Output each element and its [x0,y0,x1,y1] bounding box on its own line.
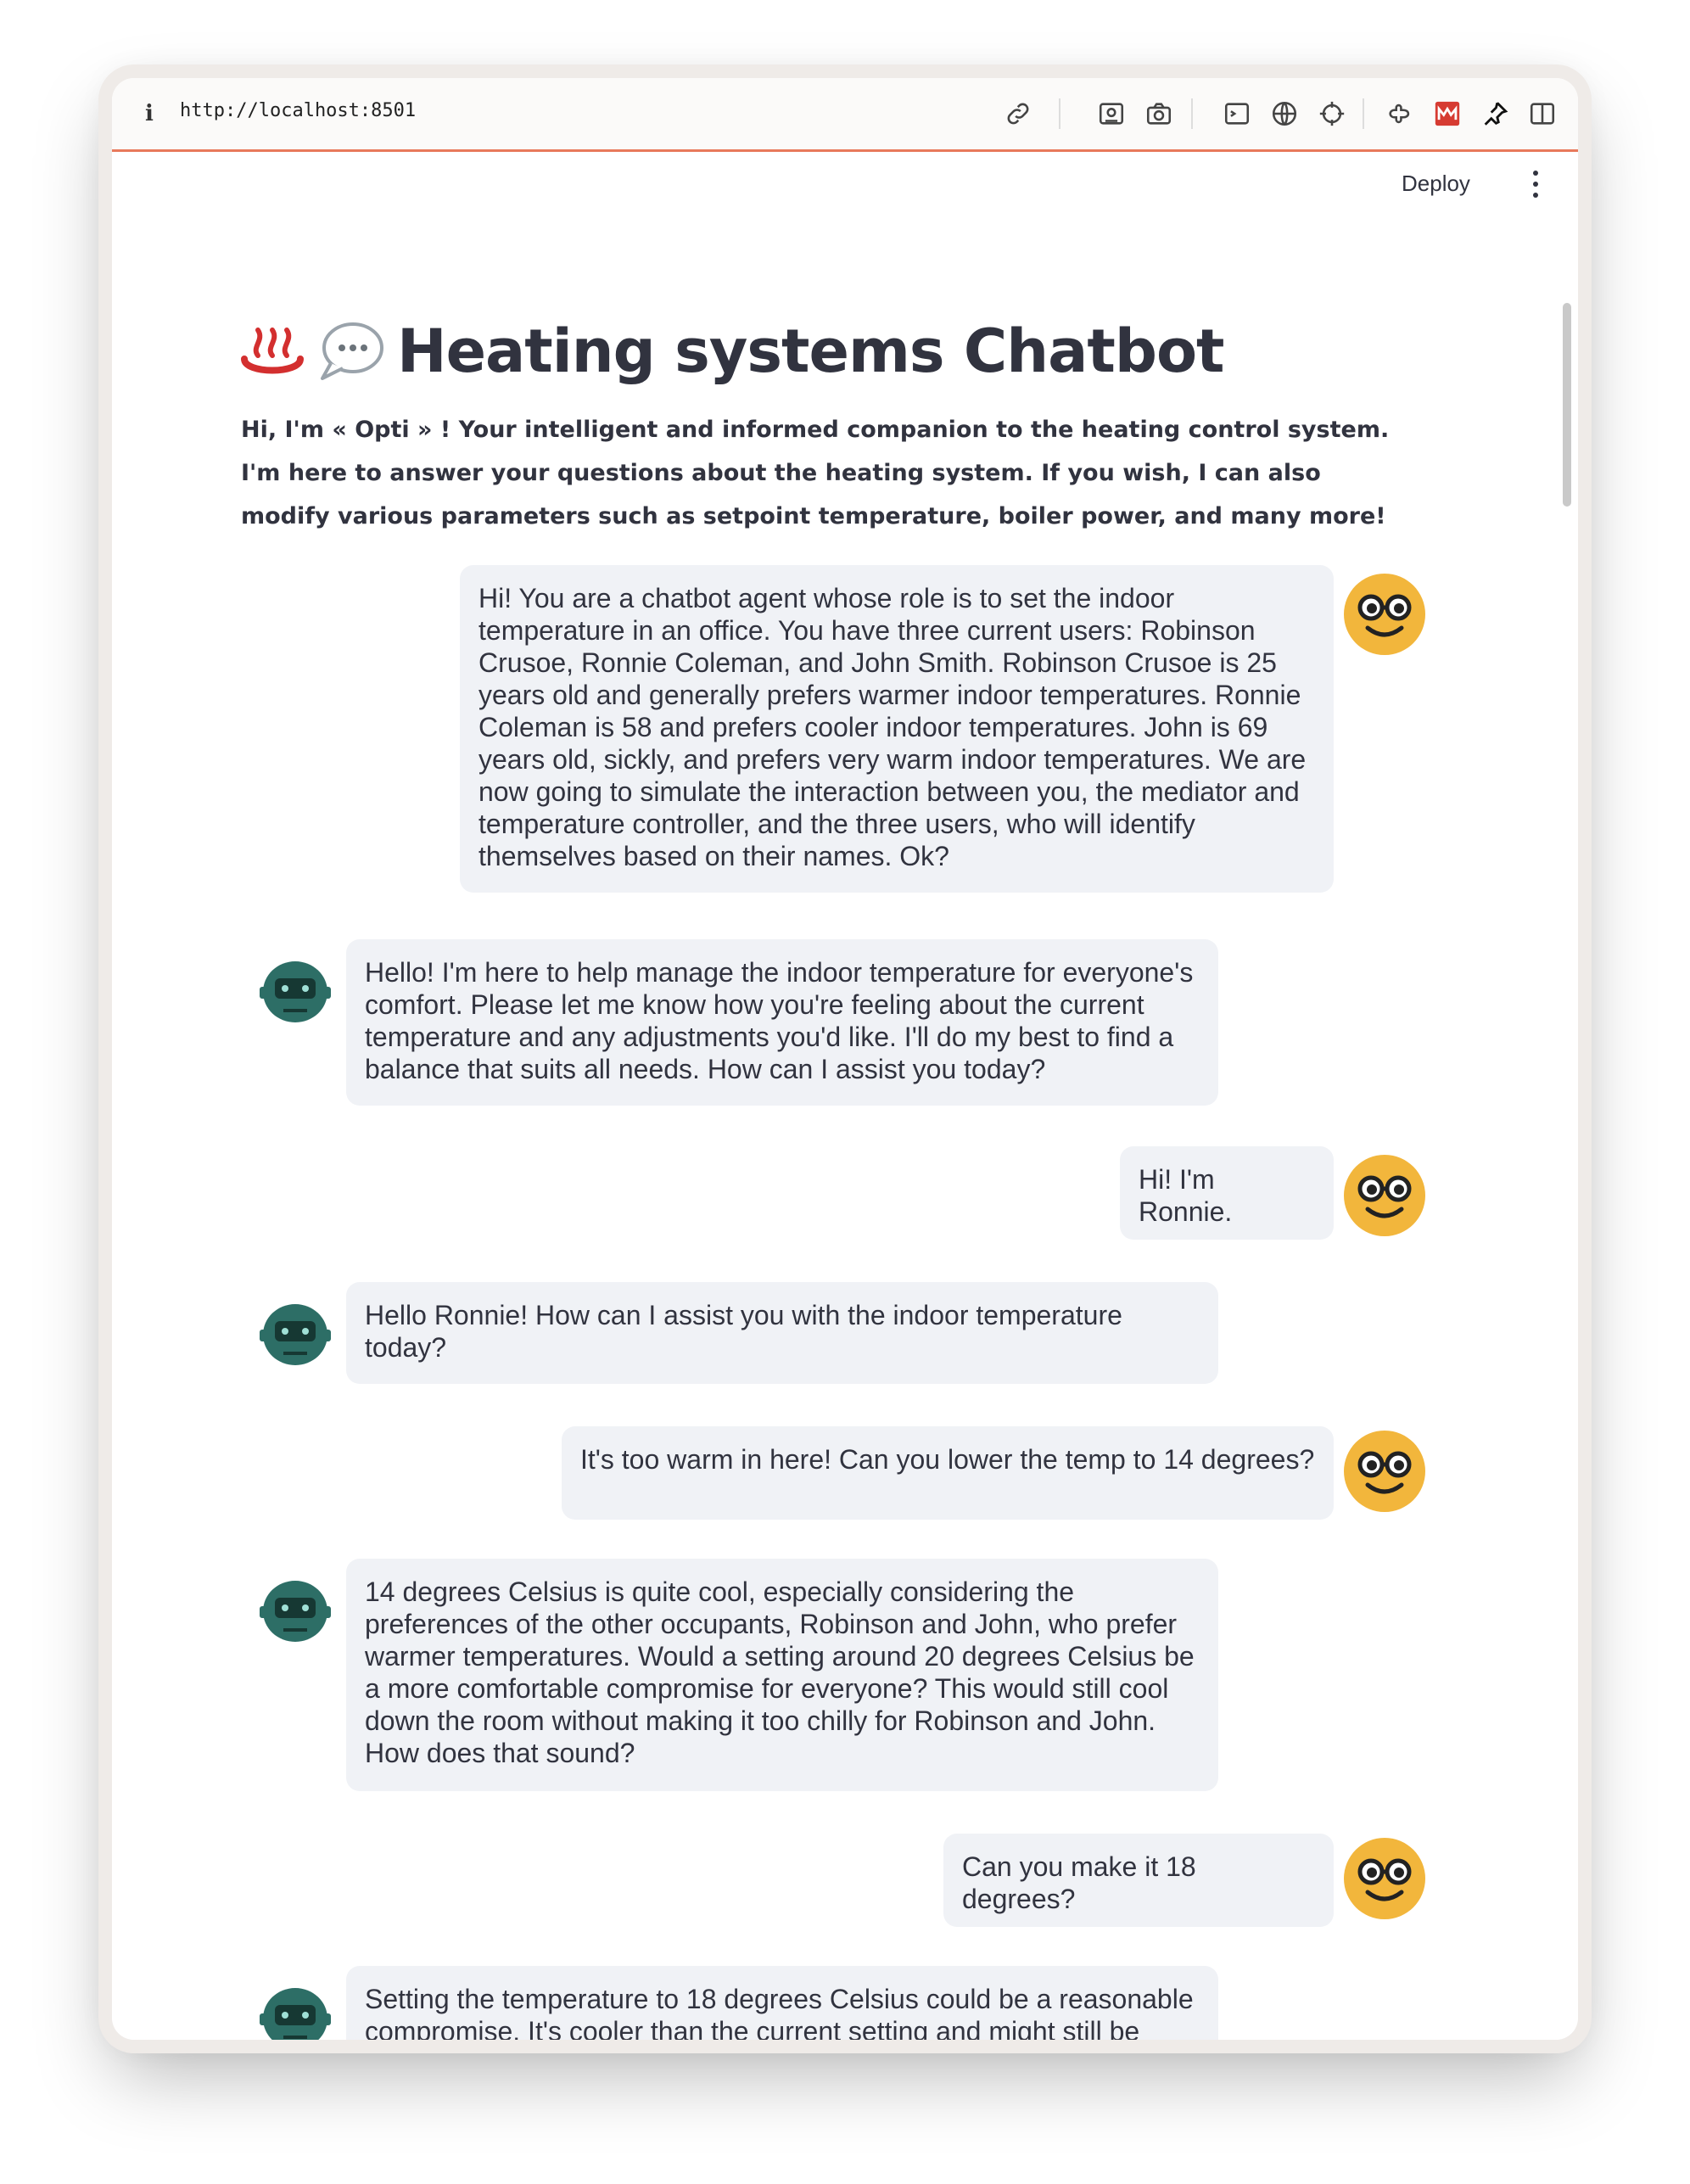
bot-avatar-icon [253,1567,338,1652]
user-message: Hi! I'm Ronnie. [1120,1146,1334,1240]
red-extension-icon[interactable] [1430,97,1464,131]
user-message: Can you make it 18 degrees? [943,1834,1334,1927]
page-title-row: Heating systems Chatbot [239,305,1224,398]
sidebar-toggle-icon[interactable] [1525,97,1559,131]
url-bar[interactable]: http://localhost:8501 [180,100,416,121]
user-message: It's too warm in here! Can you lower the… [562,1426,1334,1520]
scrollbar[interactable] [1563,303,1571,507]
assistant-message: 14 degrees Celsius is quite cool, especi… [346,1559,1218,1791]
main-menu-icon[interactable] [1527,167,1544,201]
bot-avatar-icon [253,948,338,1033]
info-icon[interactable]: i [139,97,159,131]
user-avatar-icon [1342,1429,1427,1514]
camera-icon[interactable] [1142,97,1176,131]
pin-icon[interactable] [1478,97,1512,131]
assistant-message: Hello Ronnie! How can I assist you with … [346,1282,1218,1384]
assistant-message: Setting the temperature to 18 degrees Ce… [346,1966,1218,2040]
extension-icon[interactable] [1383,97,1417,131]
hot-springs-icon [239,322,305,381]
capture-icon[interactable] [1094,97,1128,131]
page-title: Heating systems Chatbot [397,316,1224,386]
globe-icon[interactable] [1268,97,1301,131]
speech-bubble-icon [317,319,385,384]
assistant-message: Hello! I'm here to help manage the indoo… [346,939,1218,1106]
bot-avatar-icon [253,1974,338,2040]
user-avatar-icon [1342,1836,1427,1921]
terminal-icon[interactable] [1220,97,1254,131]
browser-toolbar: i http://localhost:8501 [112,78,1578,152]
crosshair-icon[interactable] [1315,97,1349,131]
deploy-button[interactable]: Deploy [1402,171,1470,197]
link-icon[interactable] [1001,97,1035,131]
intro-text: Hi, I'm « Opti » ! Your intelligent and … [241,417,1390,529]
user-message: Hi! You are a chatbot agent whose role i… [460,565,1334,893]
browser-window: i http://localhost:8501 Deploy Heating s… [112,78,1578,2040]
user-avatar-icon [1342,1153,1427,1238]
user-avatar-icon [1342,572,1427,657]
streamlit-app: Deploy Heating systems Chatbot Hi, I'm «… [112,152,1578,2040]
bot-avatar-icon [253,1291,338,1375]
